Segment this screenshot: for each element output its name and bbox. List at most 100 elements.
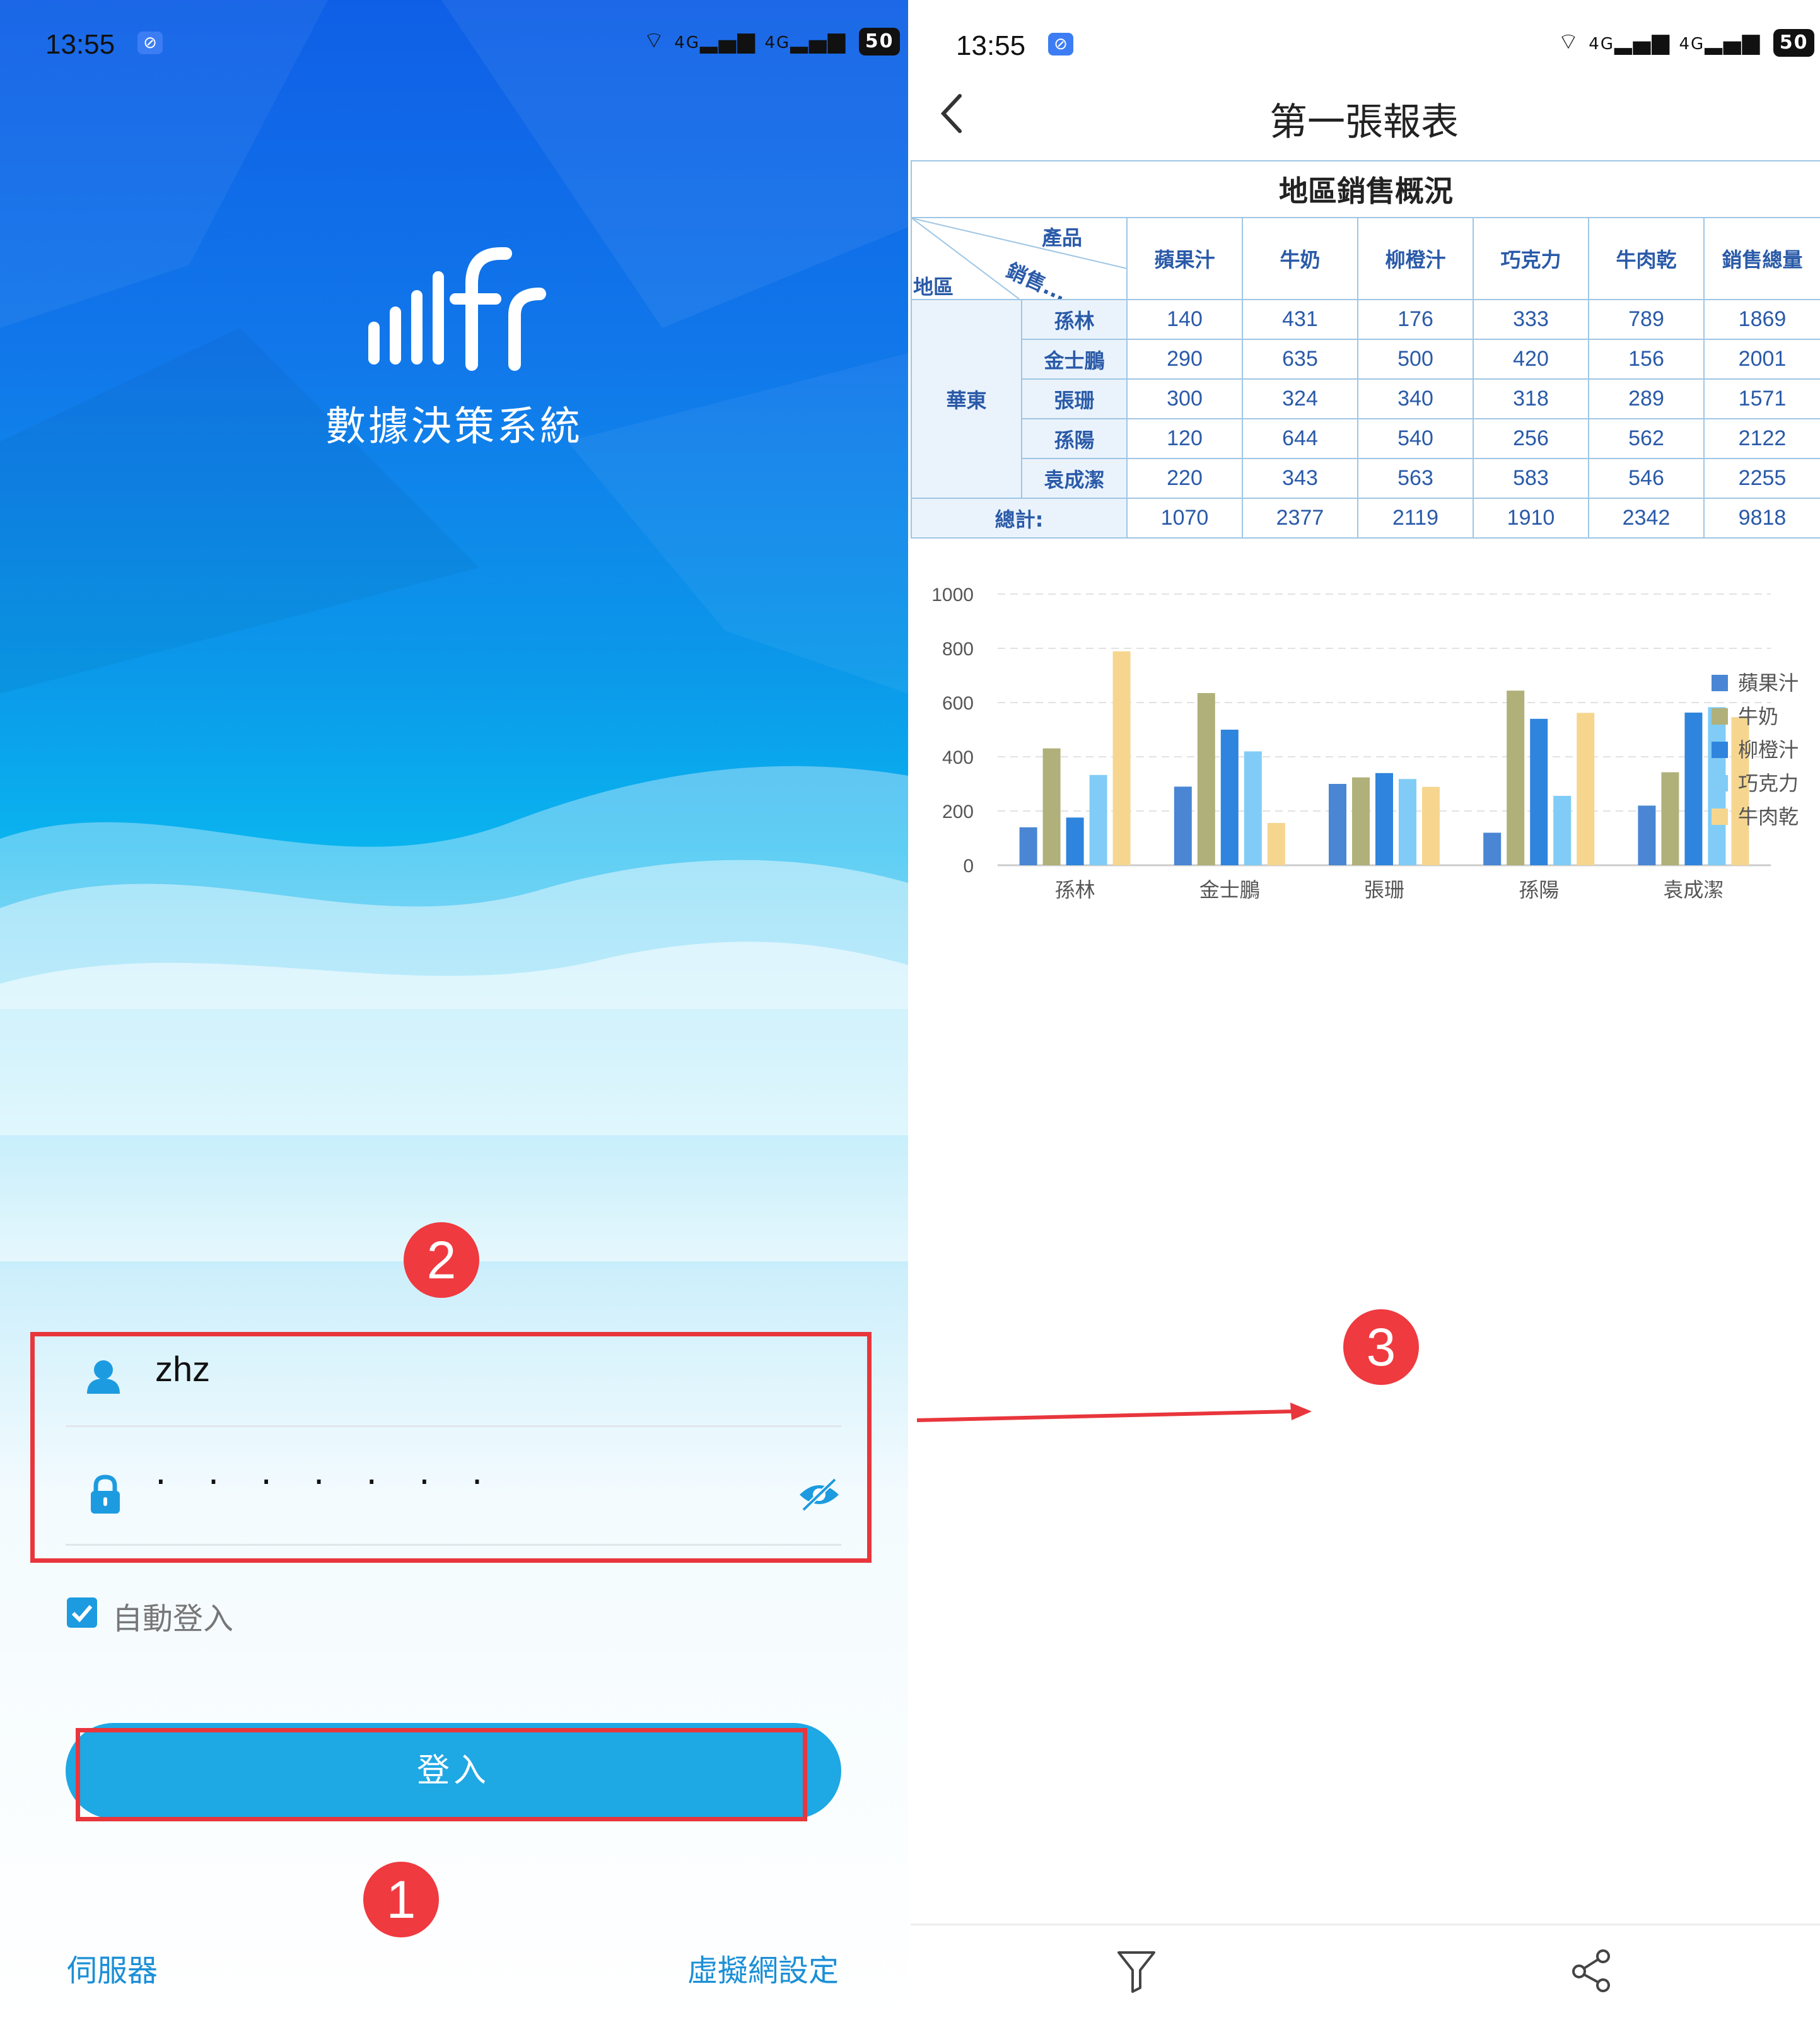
column-header: 牛奶	[1242, 217, 1358, 300]
legend-label: 柳橙汁	[1738, 738, 1799, 762]
region-cell: 華東	[911, 299, 1022, 499]
total-label: 總計:	[911, 498, 1128, 539]
bar	[1244, 751, 1262, 865]
bar	[1577, 713, 1595, 865]
status-time: 13:55	[956, 30, 1026, 61]
table-cell: 546	[1588, 458, 1705, 499]
table-corner-header: 產品 銷售... 地區	[911, 217, 1128, 300]
sales-table: 地區銷售概況 產品 銷售... 地區 蘋果汁 牛奶 柳橙汁 巧克力 牛肉乾 銷售…	[911, 160, 1820, 539]
table-cell: 256	[1473, 418, 1589, 459]
annotation-step-3: 3	[1343, 1309, 1419, 1385]
bar	[1375, 773, 1393, 865]
total-cell: 9818	[1703, 498, 1820, 539]
signal-icon-2: 4G	[1679, 35, 1705, 54]
x-tick-label: 孫陽	[1519, 878, 1559, 902]
legend-swatch	[1712, 742, 1728, 758]
report-title: 第一張報表	[1269, 100, 1459, 144]
bar	[1174, 786, 1192, 865]
table-cell: 2255	[1703, 458, 1820, 499]
table-cell: 333	[1473, 299, 1589, 340]
signal-bars-icon: ▂▄▆	[1614, 29, 1671, 55]
row-name: 金士鵬	[1021, 339, 1128, 380]
column-header: 巧克力	[1473, 217, 1589, 300]
vpn-settings-link[interactable]: 虛擬網設定	[687, 1946, 839, 1990]
table-cell: 420	[1473, 339, 1589, 380]
table-cell: 340	[1357, 378, 1474, 419]
signal-bars-icon-2: ▂▄▆	[790, 28, 847, 54]
table-row: 華東 孫林 140 431 176 333 789 1869	[911, 299, 1820, 499]
share-icon[interactable]	[1570, 1949, 1614, 1993]
bar	[1530, 718, 1548, 865]
row-name: 孫陽	[1021, 418, 1128, 459]
y-tick-label: 200	[942, 802, 974, 822]
bar	[1352, 777, 1370, 865]
signal-icon: 4G	[674, 33, 700, 52]
bar	[1399, 779, 1416, 865]
bar	[1483, 832, 1502, 865]
link-icon: ⊘	[1048, 33, 1073, 55]
wifi-icon: ⌔	[1558, 29, 1580, 55]
bar	[1112, 651, 1131, 865]
x-tick-label: 金士鵬	[1199, 878, 1260, 902]
app-logo-icon	[368, 247, 546, 371]
bar	[1042, 748, 1061, 865]
table-cell: 289	[1588, 378, 1705, 419]
bar	[1220, 730, 1239, 865]
bar	[1089, 774, 1107, 865]
status-time: 13:55	[45, 29, 115, 60]
y-tick-label: 400	[942, 747, 974, 768]
column-header: 牛肉乾	[1588, 217, 1705, 300]
table-title: 地區銷售概況	[911, 160, 1820, 218]
column-header: 銷售總量	[1703, 217, 1820, 300]
table-row: 張珊 300 324 340 318 289 1571	[911, 378, 1820, 419]
table-cell: 324	[1242, 378, 1358, 419]
annotation-step-1: 1	[363, 1862, 439, 1937]
bar	[1422, 786, 1440, 865]
table-row: 袁成潔 220 343 563 583 546 2255	[911, 458, 1820, 499]
login-screen: 13:55 ⊘ ⌔ 4G▂▄▆ 4G▂▄▆ 50 數據決策系統 2 zhz ·	[0, 0, 908, 2020]
bar	[1507, 691, 1525, 865]
column-header: 蘋果汁	[1126, 217, 1243, 300]
table-cell: 562	[1588, 418, 1705, 459]
corner-product-label: 產品	[1042, 226, 1083, 250]
corner-region-label: 地區	[913, 275, 954, 299]
bar	[1329, 784, 1346, 865]
legend-label: 牛肉乾	[1738, 805, 1799, 829]
status-bar: 13:55 ⊘ ⌔ 4G▂▄▆ 4G▂▄▆ 50	[0, 23, 908, 61]
table-cell: 300	[1126, 378, 1243, 419]
table-cell: 540	[1357, 418, 1474, 459]
link-icon: ⊘	[137, 32, 163, 54]
sales-bar-chart: 0 200 400 600 800 1000 孫林 金士鵬 張珊 孫陽 袁成潔 蘋果汁 牛奶 柳橙汁 巧克力…	[908, 568, 1820, 923]
row-name: 張珊	[1021, 378, 1128, 419]
bar	[1553, 795, 1572, 865]
y-tick-label: 600	[942, 693, 974, 714]
report-screen: 13:55 ⊘ ⌔ 4G▂▄▆ 4G▂▄▆ 50 第一張報表 地區銷售概況 產品…	[908, 0, 1820, 2020]
total-cell: 2119	[1357, 498, 1474, 539]
table-cell: 343	[1242, 458, 1358, 499]
x-tick-label: 袁成潔	[1663, 878, 1724, 902]
table-cell: 156	[1588, 339, 1705, 380]
table-cell: 500	[1357, 339, 1474, 380]
status-bar: 13:55 ⊘ ⌔ 4G▂▄▆ 4G▂▄▆ 50	[908, 24, 1820, 62]
y-tick-label: 0	[963, 856, 974, 877]
legend-swatch	[1712, 809, 1728, 825]
table-cell: 1571	[1703, 378, 1820, 419]
annotation-arrow-icon	[916, 1403, 1312, 1422]
signal-bars-icon-2: ▂▄▆	[1705, 29, 1761, 55]
row-name: 袁成潔	[1021, 458, 1128, 499]
checkbox-checked-icon	[67, 1597, 97, 1628]
table-cell: 1869	[1703, 299, 1820, 340]
legend-swatch	[1712, 675, 1728, 691]
bar	[1197, 692, 1215, 865]
filter-icon[interactable]	[1116, 1949, 1157, 1993]
x-tick-label: 張珊	[1364, 878, 1404, 902]
annotation-highlight-login	[76, 1728, 807, 1821]
server-link[interactable]: 伺服器	[67, 1946, 158, 1990]
column-header: 柳橙汁	[1357, 217, 1474, 300]
table-header-row: 產品 銷售... 地區 蘋果汁 牛奶 柳橙汁 巧克力 牛肉乾 銷售總量	[911, 217, 1820, 300]
legend-label: 巧克力	[1738, 771, 1799, 795]
legend-label: 蘋果汁	[1738, 671, 1799, 695]
y-tick-label: 800	[942, 639, 974, 660]
x-tick-label: 孫林	[1055, 878, 1095, 902]
signal-bars-icon: ▂▄▆	[700, 28, 757, 54]
